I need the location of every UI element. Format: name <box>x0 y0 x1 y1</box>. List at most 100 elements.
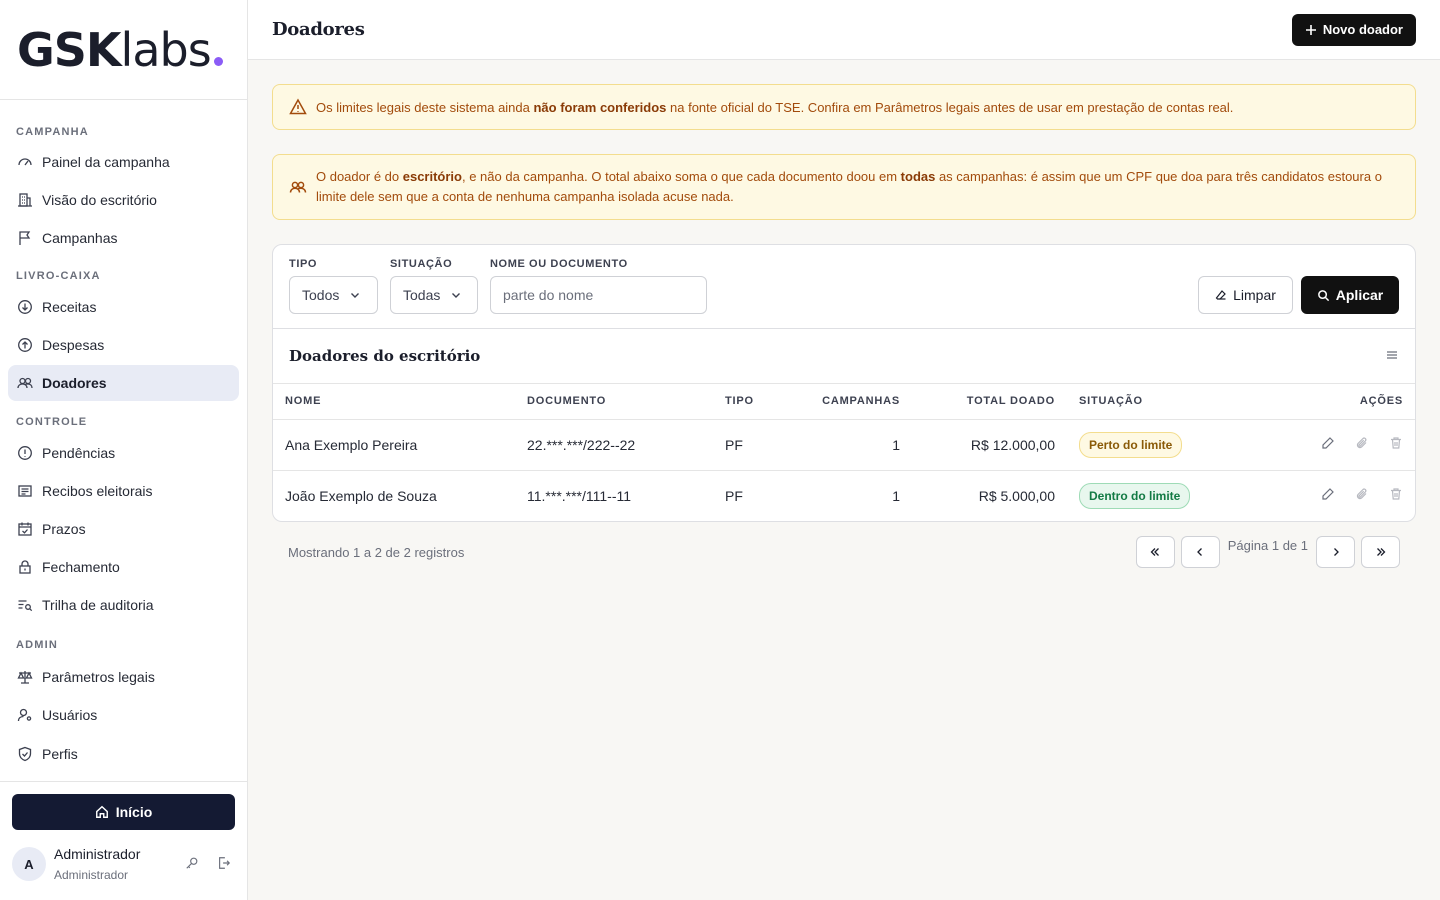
alert-circle-icon <box>16 444 34 462</box>
name-document-input[interactable] <box>490 276 707 314</box>
edit-icon[interactable] <box>1321 436 1335 453</box>
first-page-button[interactable] <box>1135 536 1175 568</box>
cell-situacao: Perto do limite <box>1067 419 1217 471</box>
sidebar-item-campanhas[interactable]: Campanhas <box>8 220 239 256</box>
cell-acoes <box>1217 419 1415 471</box>
sidebar-item-visao-escritorio[interactable]: Visão do escritório <box>8 182 239 218</box>
row-actions <box>1229 487 1403 504</box>
col-documento[interactable]: DOCUMENTO <box>515 384 713 420</box>
user-gear-icon <box>16 706 34 724</box>
chevrons-left-icon <box>1150 548 1160 556</box>
list-search-icon <box>16 596 34 614</box>
sidebar-item-doadores[interactable]: Doadores <box>8 365 239 401</box>
sidebar-item-painel[interactable]: Painel da campanha <box>8 144 239 180</box>
col-nome[interactable]: NOME <box>273 384 515 420</box>
next-page-button[interactable] <box>1316 536 1355 568</box>
table-header: Doadores do escritório <box>273 329 1415 384</box>
logo[interactable]: GSKlabs <box>0 0 247 100</box>
filter-tipo: TIPO Todos <box>289 258 378 314</box>
avatar: A <box>12 847 46 881</box>
col-acoes: AÇÕES <box>1217 384 1415 420</box>
prev-page-button[interactable] <box>1180 536 1220 568</box>
new-donor-button[interactable]: Novo doador <box>1291 13 1416 46</box>
cell-nome: Ana Exemplo Pereira <box>273 419 515 471</box>
pagination-controls: Página 1 de 1 <box>1135 536 1400 568</box>
filter-situacao: SITUAÇÃO Todas <box>390 258 478 314</box>
donors-table: NOME DOCUMENTO TIPO CAMPANHAS TOTAL DOAD… <box>273 384 1415 521</box>
sidebar-item-despesas[interactable]: Despesas <box>8 327 239 363</box>
cell-total: R$ 5.000,00 <box>978 487 1055 504</box>
key-icon[interactable] <box>185 856 199 873</box>
cell-acoes <box>1217 470 1415 521</box>
row-actions <box>1229 436 1403 453</box>
table-row[interactable]: Ana Exemplo Pereira 22.***.***/222--22 P… <box>273 419 1415 471</box>
cell-tipo: PF <box>725 487 743 504</box>
new-donor-button-label: Novo doador <box>1322 22 1403 37</box>
col-campanhas[interactable]: CAMPANHAS <box>783 384 912 420</box>
sidebar-item-parametros[interactable]: Parâmetros legais <box>8 659 239 695</box>
chevrons-right-icon <box>1376 548 1385 556</box>
home-button[interactable]: Início <box>12 794 235 830</box>
trash-icon[interactable] <box>1389 436 1403 453</box>
home-button-label: Início <box>115 804 153 820</box>
arrow-down-circle-icon <box>16 298 34 316</box>
sidebar: GSKlabs CAMPANHA Painel da campanha Visã… <box>0 0 248 900</box>
clear-button[interactable]: Limpar <box>1198 276 1293 314</box>
section-title-livro-caixa: LIVRO-CAIXA <box>16 270 101 282</box>
brand-logo-text: GSKlabs <box>17 27 223 73</box>
page-title: Doadores <box>272 19 365 40</box>
sidebar-item-label: Visão do escritório <box>42 192 157 208</box>
sidebar-item-label: Despesas <box>42 337 105 353</box>
section-title-campanha: CAMPANHA <box>16 126 89 138</box>
sidebar-item-label: Pendências <box>42 445 116 461</box>
sidebar-item-perfis[interactable]: Perfis <box>8 736 239 772</box>
sidebar-item-pendencias[interactable]: Pendências <box>8 435 239 471</box>
sidebar-item-label: Doadores <box>42 375 107 391</box>
sidebar-item-prazos[interactable]: Prazos <box>8 511 239 547</box>
office-donor-alert: O doador é do escritório, e não da campa… <box>272 154 1416 220</box>
legal-limits-alert: Os limites legais deste sistema ainda nã… <box>272 84 1416 130</box>
warning-icon <box>289 98 307 115</box>
user-card: A Administrador Administrador <box>12 846 235 882</box>
search-icon <box>1317 289 1329 301</box>
logout-icon[interactable] <box>217 856 231 873</box>
tipo-select-value: Todos <box>302 287 340 303</box>
tipo-select[interactable]: Todos <box>289 276 378 314</box>
trash-icon[interactable] <box>1389 487 1403 504</box>
cell-documento: 11.***.***/111--11 <box>527 487 632 504</box>
sidebar-item-auditoria[interactable]: Trilha de auditoria <box>8 587 239 623</box>
building-icon <box>16 191 34 209</box>
sidebar-item-recibos[interactable]: Recibos eleitorais <box>8 473 239 509</box>
page-indicator: Página 1 de 1 <box>1227 538 1308 553</box>
legal-alert-post: na fonte oficial do TSE. Confira em Parâ… <box>666 99 1234 115</box>
filter-situacao-label: SITUAÇÃO <box>390 258 453 270</box>
menu-icon[interactable] <box>1385 348 1399 365</box>
sidebar-item-usuarios[interactable]: Usuários <box>8 697 239 733</box>
apply-button-label: Aplicar <box>1335 287 1384 303</box>
col-situacao[interactable]: SITUAÇÃO <box>1067 384 1217 420</box>
sidebar-item-receitas[interactable]: Receitas <box>8 289 239 325</box>
situacao-select[interactable]: Todas <box>390 276 478 314</box>
scale-icon <box>16 668 34 686</box>
col-tipo[interactable]: TIPO <box>713 384 783 420</box>
sidebar-item-label: Painel da campanha <box>42 154 170 170</box>
sidebar-item-fechamento[interactable]: Fechamento <box>8 549 239 585</box>
sidebar-item-label: Recibos eleitorais <box>42 483 153 499</box>
col-total-doado[interactable]: TOTAL DOADO <box>912 384 1067 420</box>
office-alert-p2: , e não da campanha. O total abaixo soma… <box>461 169 901 184</box>
attach-icon[interactable] <box>1355 436 1369 453</box>
edit-icon[interactable] <box>1321 487 1335 504</box>
legal-alert-pre: Os limites legais deste sistema ainda <box>316 99 534 115</box>
sidebar-item-label: Parâmetros legais <box>42 669 155 685</box>
chevron-down-icon <box>351 293 360 298</box>
attach-icon[interactable] <box>1355 487 1369 504</box>
table-row[interactable]: João Exemplo de Souza 11.***.***/111--11… <box>273 470 1415 521</box>
pagination-summary: Mostrando 1 a 2 de 2 registros <box>288 544 465 560</box>
apply-button[interactable]: Aplicar <box>1301 276 1399 314</box>
last-page-button[interactable] <box>1361 536 1400 568</box>
eraser-icon <box>1215 290 1226 300</box>
sidebar-item-label: Perfis <box>42 746 78 762</box>
gauge-icon <box>16 153 34 171</box>
status-badge: Dentro do limite <box>1079 482 1191 509</box>
pagination: Mostrando 1 a 2 de 2 registros Página 1 … <box>272 522 1416 568</box>
